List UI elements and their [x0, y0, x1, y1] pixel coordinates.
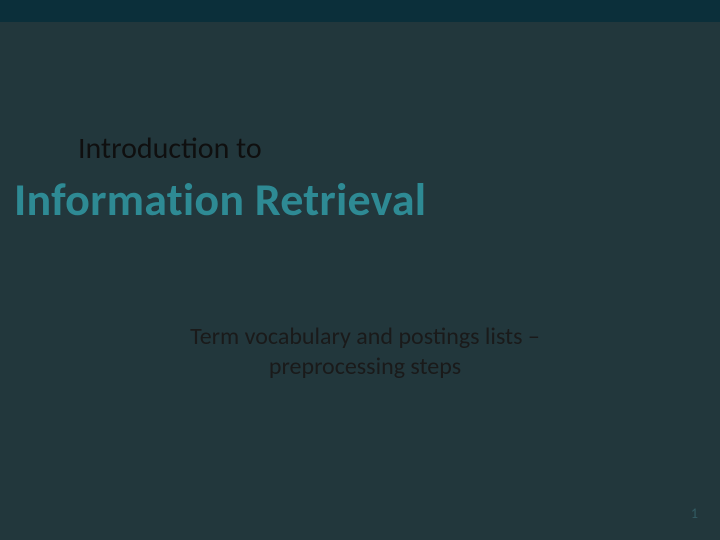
page-number: 1 — [691, 505, 698, 522]
slide-title: Information Retrieval — [14, 172, 426, 228]
slide-pretitle: Introduction to — [78, 130, 262, 167]
slide-body: Introduction to Information Retrieval Te… — [0, 0, 720, 540]
slide-subtitle: Term vocabulary and postings lists – pre… — [150, 322, 580, 382]
